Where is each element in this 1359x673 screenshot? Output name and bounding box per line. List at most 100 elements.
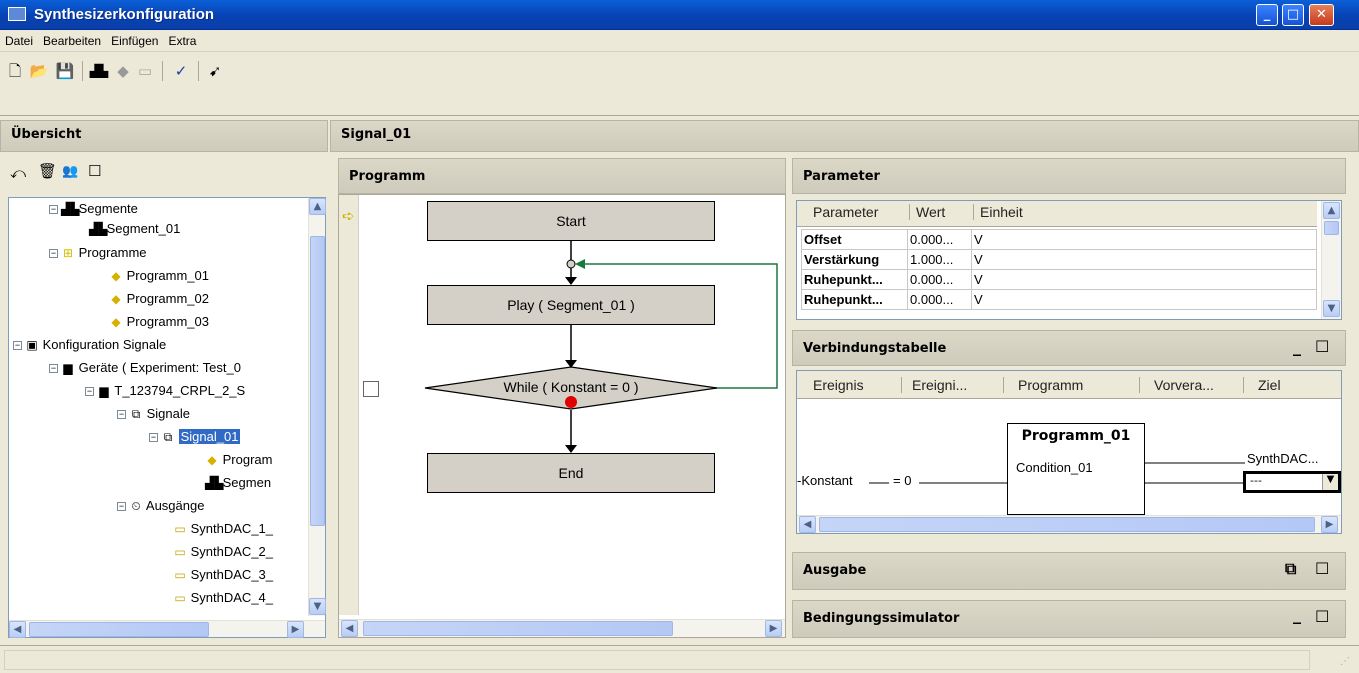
col-vorverarbeitung[interactable]: Vorvera...	[1139, 377, 1214, 393]
verbindung-header: Verbindungstabelle _ ☐	[792, 330, 1346, 366]
verbindung-panel: Ereignis Ereigni... Programm Vorvera... …	[796, 370, 1342, 534]
scroll-right-icon[interactable]: ▶	[1321, 516, 1338, 533]
save-icon[interactable]: 💾	[54, 59, 76, 83]
resize-grip-icon[interactable]: ⋰	[1340, 656, 1350, 667]
tree-node-dac3[interactable]: ▭ SynthDAC_3_	[173, 567, 273, 585]
tree-node-ausgaenge[interactable]: − ⏲ Ausgänge	[117, 498, 204, 516]
flow-start-node[interactable]: Start	[427, 201, 715, 241]
program-block[interactable]: Programm_01 Condition_01	[1007, 423, 1145, 515]
menu-einfuegen[interactable]: Einfügen	[106, 31, 163, 51]
tree-node-geraete[interactable]: − ▆ Geräte ( Experiment: Test_0	[49, 360, 241, 378]
parameter-grid: Parameter Wert Einheit Offset 0.000... V V…	[796, 200, 1342, 320]
col-parameter[interactable]: Parameter	[813, 204, 878, 220]
scroll-right-icon[interactable]: ▶	[765, 620, 782, 637]
export-icon[interactable]: ➹	[204, 59, 226, 83]
tree-node-programme[interactable]: − ⊞ Programme	[49, 245, 147, 263]
scroll-right-icon[interactable]: ▶	[287, 621, 304, 638]
table-row[interactable]: Ruhepunkt... 0.000... V	[801, 289, 1317, 310]
tree-hscrollbar[interactable]: ◀ ▶	[9, 620, 325, 638]
scroll-thumb[interactable]	[1324, 221, 1339, 235]
tree-node-dac2[interactable]: ▭ SynthDAC_2_	[173, 544, 273, 562]
col-ziel[interactable]: Ziel	[1243, 377, 1281, 393]
properties-icon[interactable]: ☐	[88, 162, 101, 180]
tree-node-signale[interactable]: − ⧉ Signale	[117, 406, 190, 424]
collapse-icon[interactable]: −	[13, 341, 22, 351]
tree-node-segment-01[interactable]: ▟▙ Segment_01	[89, 221, 180, 239]
collapse-icon[interactable]: −	[117, 502, 126, 512]
scroll-left-icon[interactable]: ◀	[9, 621, 26, 638]
device-icon: ▆	[99, 384, 109, 398]
maximize-icon[interactable]: ☐	[1315, 559, 1329, 578]
new-icon[interactable]: 🗋	[4, 59, 26, 83]
minimize-icon[interactable]: _	[1293, 337, 1301, 356]
verbindung-hscrollbar[interactable]: ◀ ▶	[797, 515, 1341, 533]
dac-icon: ▭	[174, 591, 186, 605]
scroll-down-icon[interactable]: ▼	[1323, 300, 1340, 317]
dropdown-icon[interactable]: ▼	[1322, 474, 1338, 490]
table-row[interactable]: Ruhepunkt... 0.000... V	[801, 269, 1317, 290]
maximize-icon[interactable]: ☐	[1315, 607, 1329, 626]
target-combobox[interactable]: --- ▼	[1243, 471, 1341, 493]
tree-node-device[interactable]: − ▆ T_123794_CRPL_2_S	[85, 383, 245, 401]
verbindung-title: Verbindungstabelle	[803, 341, 947, 356]
scroll-down-icon[interactable]: ▼	[309, 598, 326, 615]
tree-node-programm-02[interactable]: ◆ Programm_02	[109, 291, 209, 309]
output-icon: ⏲	[131, 499, 141, 513]
scroll-left-icon[interactable]: ◀	[799, 516, 816, 533]
collapse-icon[interactable]: −	[117, 410, 126, 420]
tree-node-segmente[interactable]: − ▟▙ Segmente	[49, 201, 138, 219]
diamond-icon[interactable]: ◆	[112, 59, 134, 83]
collapse-icon[interactable]: −	[49, 205, 58, 215]
collapse-icon[interactable]: −	[49, 364, 58, 374]
tree-node-signal-01[interactable]: − ⧉ Signal_01	[149, 429, 241, 447]
menu-extra[interactable]: Extra	[163, 31, 201, 51]
check-icon[interactable]: ✓	[170, 59, 192, 83]
tree-node-child-segment[interactable]: ▟▙ Segmen	[205, 475, 271, 493]
scroll-thumb[interactable]	[363, 621, 673, 636]
undo-icon[interactable]: ⤺	[10, 164, 26, 182]
flow-play-node[interactable]: Play ( Segment_01 )	[427, 285, 715, 325]
users-icon[interactable]: 👥	[62, 164, 78, 179]
tree-node-child-program[interactable]: ◆ Program	[205, 452, 272, 470]
col-ereignis[interactable]: Ereignis	[813, 377, 864, 393]
scroll-thumb[interactable]	[819, 517, 1315, 532]
col-wert[interactable]: Wert	[909, 204, 945, 220]
collapse-icon[interactable]: −	[49, 249, 58, 259]
col-ereignis-2[interactable]: Ereigni...	[901, 377, 967, 393]
tree-vscrollbar[interactable]: ▲ ▼	[308, 198, 326, 616]
restore-icon[interactable]: ⧉	[1285, 559, 1296, 579]
scroll-thumb[interactable]	[310, 236, 325, 526]
maximize-button[interactable]: □	[1282, 4, 1304, 26]
table-row[interactable]: Verstärkung 1.000... V	[801, 249, 1317, 270]
parameter-vscrollbar[interactable]: ▲ ▼	[1321, 201, 1341, 319]
tree-node-dac4[interactable]: ▭ SynthDAC_4_	[173, 590, 273, 608]
tree-node-konfig[interactable]: − ▣ Konfiguration Signale	[13, 337, 166, 355]
flow-hscrollbar[interactable]: ◀ ▶	[339, 619, 785, 637]
tree-node-programm-03[interactable]: ◆ Programm_03	[109, 314, 209, 332]
table-row[interactable]: Offset 0.000... V	[801, 229, 1317, 250]
programme-icon: ⊞	[62, 246, 74, 260]
minimize-icon[interactable]: _	[1293, 605, 1301, 624]
close-button[interactable]: ✕	[1309, 4, 1334, 26]
minimize-button[interactable]: _	[1256, 4, 1278, 26]
maximize-icon[interactable]: ☐	[1315, 337, 1329, 356]
tree-node-dac1[interactable]: ▭ SynthDAC_1_	[173, 521, 273, 539]
collapse-icon[interactable]: −	[85, 387, 94, 397]
scroll-up-icon[interactable]: ▲	[309, 198, 326, 215]
delete-icon[interactable]: 🗑	[38, 162, 57, 180]
menu-bearbeiten[interactable]: Bearbeiten	[38, 31, 106, 51]
scroll-up-icon[interactable]: ▲	[1323, 202, 1340, 219]
menu-datei[interactable]: Datei	[0, 31, 38, 51]
col-einheit[interactable]: Einheit	[973, 204, 1023, 220]
scroll-left-icon[interactable]: ◀	[341, 620, 358, 637]
collapse-icon[interactable]: −	[149, 433, 158, 443]
signal-icon[interactable]: ▭	[134, 59, 156, 83]
tree-node-programm-01[interactable]: ◆ Programm_01	[109, 268, 209, 286]
scroll-thumb[interactable]	[29, 622, 209, 637]
flow-while-node[interactable]: While ( Konstant = 0 )	[479, 379, 663, 395]
open-icon[interactable]: 📂	[28, 59, 50, 83]
flowchart-connectors	[424, 241, 778, 453]
col-programm[interactable]: Programm	[1003, 377, 1083, 393]
flow-end-node[interactable]: End	[427, 453, 715, 493]
segment-icon[interactable]: ▟▙	[88, 59, 110, 83]
